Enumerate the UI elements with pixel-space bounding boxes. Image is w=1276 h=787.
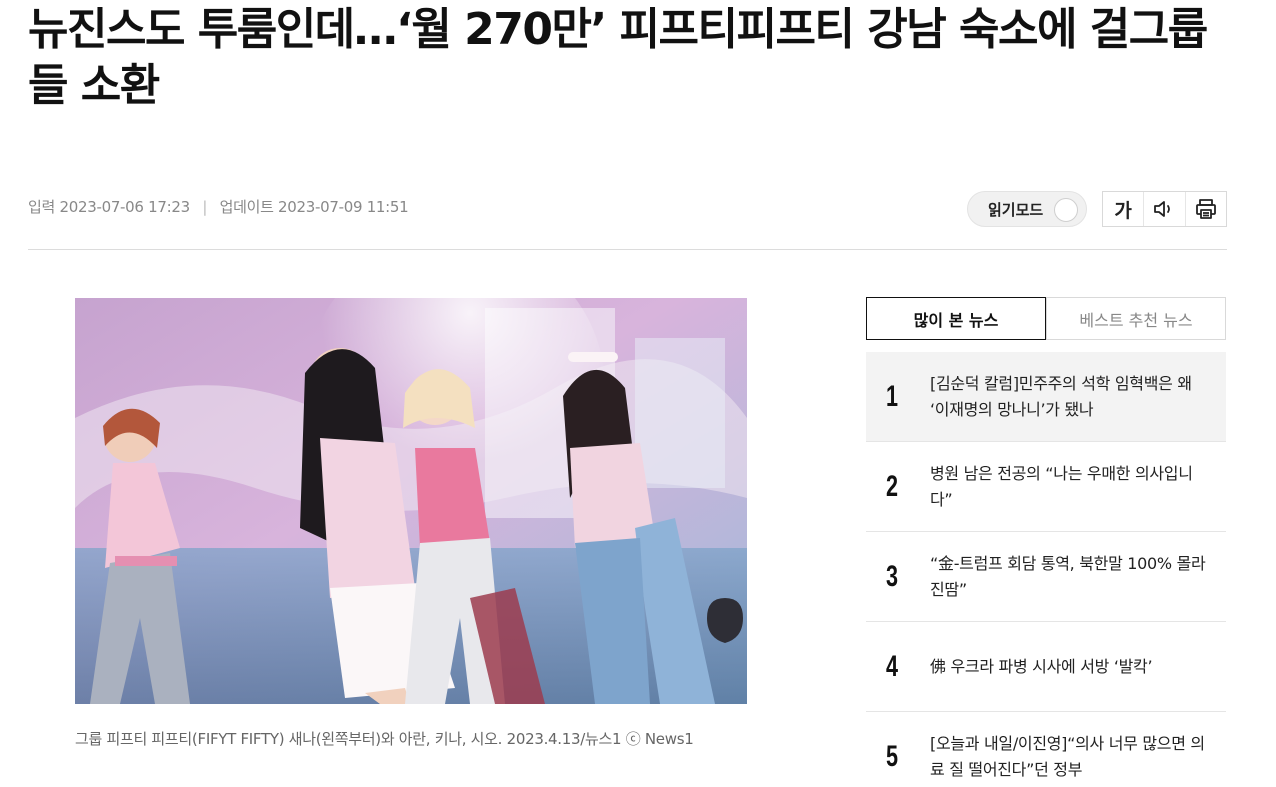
article-tools: 가 — [1102, 191, 1227, 227]
print-icon — [1195, 199, 1216, 219]
print-button[interactable] — [1186, 192, 1226, 226]
speaker-icon — [1154, 201, 1171, 217]
meta-separator: | — [202, 198, 208, 216]
girl-group-performance-photo — [75, 298, 747, 704]
news-item-1[interactable]: 1 [김순덕 칼럼]민주주의 석학 임혁백은 왜 ‘이재명의 망나니’가 됐나 — [866, 352, 1226, 442]
news-rank: 2 — [886, 469, 899, 503]
article-meta: 입력 2023-07-06 17:23 | 업데이트 2023-07-09 11… — [28, 196, 409, 217]
reader-mode-toggle[interactable]: 읽기모드 — [967, 191, 1087, 227]
news-rank: 3 — [886, 559, 899, 593]
toggle-knob — [1054, 198, 1078, 222]
news-title[interactable]: 병원 남은 전공의 “나는 우매한 의사입니다” — [930, 461, 1210, 513]
news-title[interactable]: 佛 우크라 파병 시사에 서방 ‘발칵’ — [930, 654, 1210, 680]
header-divider — [28, 249, 1227, 250]
news-rank: 4 — [886, 649, 899, 683]
reader-mode-label: 읽기모드 — [988, 200, 1044, 219]
tab-most-viewed[interactable]: 많이 본 뉴스 — [866, 297, 1046, 340]
news-rank: 5 — [886, 739, 899, 773]
news-tabs: 많이 본 뉴스 베스트 추천 뉴스 — [866, 297, 1226, 340]
published-label: 입력 — [28, 198, 56, 216]
news-rank: 1 — [886, 379, 899, 413]
most-viewed-list: 1 [김순덕 칼럼]민주주의 석학 임혁백은 왜 ‘이재명의 망나니’가 됐나 … — [866, 352, 1226, 787]
news-title[interactable]: “金-트럼프 회담 통역, 북한말 100% 몰라 진땀” — [930, 551, 1210, 603]
published-date: 2023-07-06 17:23 — [59, 198, 190, 216]
news-item-3[interactable]: 3 “金-트럼프 회담 통역, 북한말 100% 몰라 진땀” — [866, 532, 1226, 622]
news-title[interactable]: [오늘과 내일/이진영]“의사 너무 많으면 의료 질 떨어진다”던 정부 — [930, 731, 1210, 783]
photo-caption: 그룹 피프티 피프티(FIFYT FIFTY) 새나(왼쪽부터)와 아란, 키나… — [75, 730, 694, 748]
updated-date: 2023-07-09 11:51 — [278, 198, 409, 216]
updated-label: 업데이트 — [219, 198, 274, 216]
news-item-4[interactable]: 4 佛 우크라 파병 시사에 서방 ‘발칵’ — [866, 622, 1226, 712]
tab-best-recommended[interactable]: 베스트 추천 뉴스 — [1046, 297, 1226, 340]
font-size-button[interactable]: 가 — [1103, 192, 1145, 226]
news-title[interactable]: [김순덕 칼럼]민주주의 석학 임혁백은 왜 ‘이재명의 망나니’가 됐나 — [930, 371, 1210, 423]
listen-button[interactable] — [1144, 192, 1186, 226]
article-headline: 뉴진스도 투룸인데…‘월 270만’ 피프티피프티 강남 숙소에 걸그룹들 소환 — [28, 4, 1208, 111]
news-item-5[interactable]: 5 [오늘과 내일/이진영]“의사 너무 많으면 의료 질 떨어진다”던 정부 — [866, 712, 1226, 787]
article-photo[interactable] — [75, 298, 747, 704]
news-item-2[interactable]: 2 병원 남은 전공의 “나는 우매한 의사입니다” — [866, 442, 1226, 532]
font-size-label: 가 — [1114, 199, 1132, 222]
